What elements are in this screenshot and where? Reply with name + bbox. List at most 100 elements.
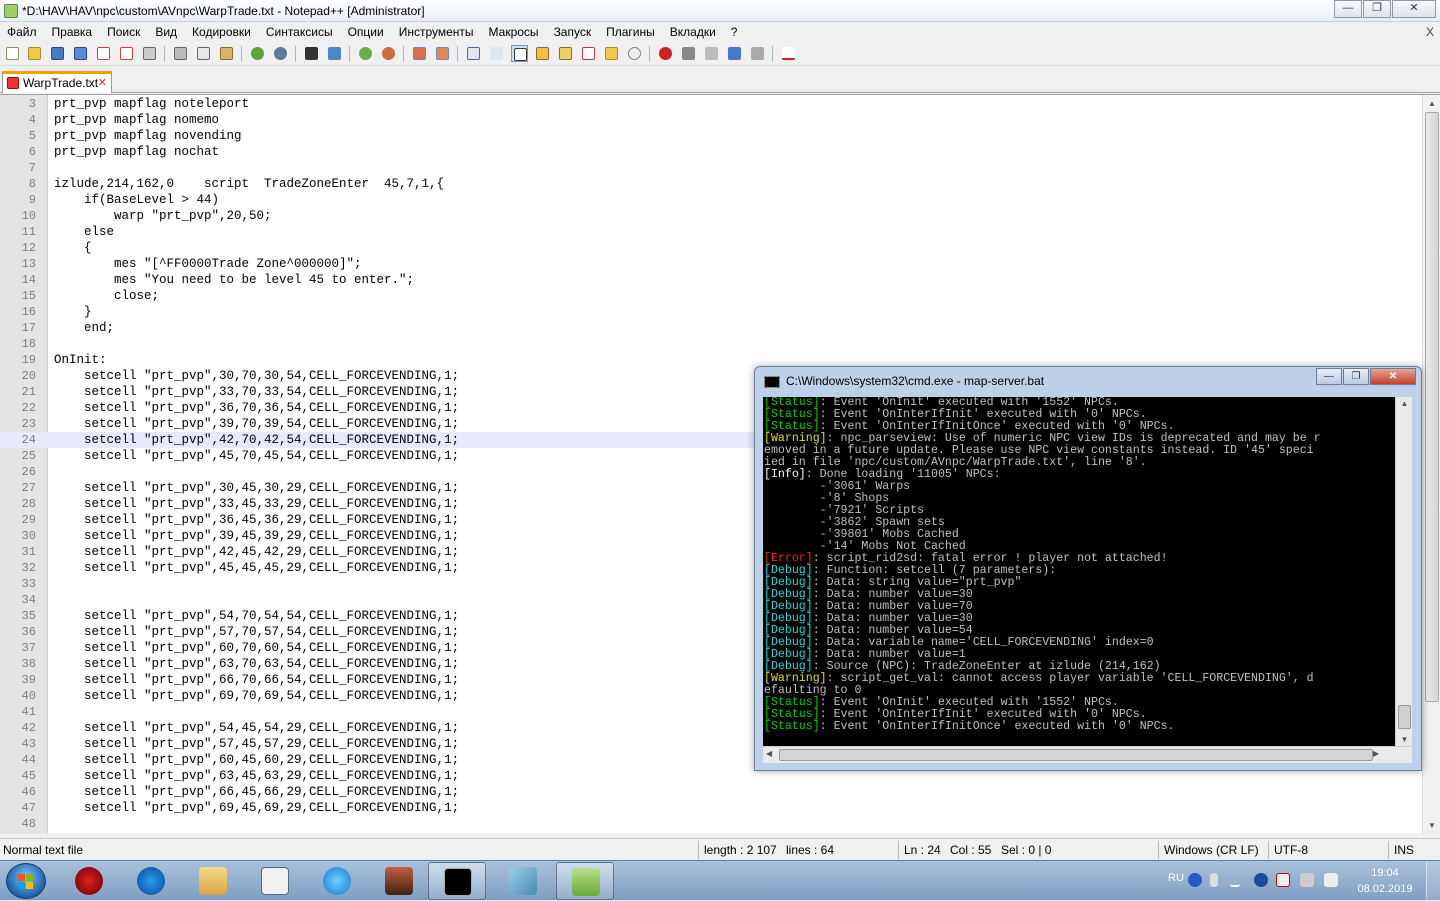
editor-vertical-scrollbar[interactable]: ▲ ▼: [1422, 95, 1440, 834]
code-line[interactable]: 15 close;: [0, 288, 1420, 304]
function-list-icon[interactable]: [580, 45, 597, 62]
minimize-button[interactable]: —: [1334, 0, 1362, 18]
code-line[interactable]: 3 prt_pvp mapflag noteleport: [0, 96, 1420, 112]
menu-edit[interactable]: Правка: [45, 22, 101, 42]
scroll-thumb[interactable]: [1398, 705, 1411, 729]
menu-help[interactable]: ?: [724, 22, 746, 42]
clock-time[interactable]: 19:04: [1365, 867, 1405, 879]
print-icon[interactable]: [141, 45, 158, 62]
code-line[interactable]: 14 mes "You need to be level 45 to enter…: [0, 272, 1420, 288]
new-file-icon[interactable]: [4, 45, 21, 62]
code-line[interactable]: 8 izlude,214,162,0 script TradeZoneEnter …: [0, 176, 1420, 192]
code-line[interactable]: 13 mes "[^FF0000Trade Zone^000000]";: [0, 256, 1420, 272]
scroll-up-icon[interactable]: ▲: [1396, 399, 1413, 408]
tab-close-icon[interactable]: ✕: [98, 76, 107, 89]
redo-icon[interactable]: [272, 45, 289, 62]
code-line[interactable]: 48: [0, 816, 1420, 832]
word-wrap-icon[interactable]: [465, 45, 482, 62]
title-bar[interactable]: *D:\HAV\HAV\npc\custom\AVnpc\WarpTrade.t…: [0, 0, 1440, 22]
menu-window[interactable]: Вкладки: [663, 22, 724, 42]
taskbar-app-8[interactable]: [494, 862, 552, 900]
status-insert-mode[interactable]: INS: [1394, 843, 1414, 857]
menu-macro[interactable]: Макросы: [482, 22, 547, 42]
code-line[interactable]: 6 prt_pvp mapflag nochat: [0, 144, 1420, 160]
code-line[interactable]: 5 prt_pvp mapflag novending: [0, 128, 1420, 144]
tray-arrows-icon[interactable]: [1210, 873, 1218, 887]
language-indicator[interactable]: RU: [1168, 872, 1184, 884]
close-file-icon[interactable]: [95, 45, 112, 62]
save-icon[interactable]: [49, 45, 66, 62]
taskbar-cmd[interactable]: [428, 862, 486, 900]
taskbar-ie[interactable]: [308, 862, 366, 900]
save-all-icon[interactable]: [72, 45, 89, 62]
scroll-thumb[interactable]: [779, 749, 1373, 761]
copy-icon[interactable]: [195, 45, 212, 62]
zoom-in-icon[interactable]: [357, 45, 374, 62]
volume-icon[interactable]: [1324, 873, 1338, 887]
maximize-button[interactable]: ❐: [1363, 0, 1391, 18]
close-all-icon[interactable]: [118, 45, 135, 62]
cmd-title-bar[interactable]: C:\Windows\system32\cmd.exe - map-server…: [755, 367, 1421, 395]
close-button[interactable]: ✕: [1392, 0, 1436, 18]
scroll-down-icon[interactable]: ▼: [1424, 817, 1440, 834]
record-macro-icon[interactable]: [657, 45, 674, 62]
cmd-maximize-button[interactable]: ❐: [1343, 368, 1369, 385]
code-line[interactable]: 7: [0, 160, 1420, 176]
start-button[interactable]: [6, 863, 46, 899]
menu-search[interactable]: Поиск: [100, 22, 148, 42]
save-macro-icon[interactable]: [749, 45, 766, 62]
run-macro-multiple-icon[interactable]: [726, 45, 743, 62]
cmd-close-button[interactable]: ✕: [1370, 368, 1416, 385]
updater-icon[interactable]: [1254, 873, 1268, 887]
code-line[interactable]: 18: [0, 336, 1420, 352]
cmd-minimize-button[interactable]: —: [1316, 368, 1342, 385]
menu-plugins[interactable]: Плагины: [599, 22, 663, 42]
doc-map-icon[interactable]: [557, 45, 574, 62]
scroll-left-icon[interactable]: ◀: [766, 749, 772, 758]
paste-icon[interactable]: [218, 45, 235, 62]
code-line[interactable]: 10 warp "prt_pvp",20,50;: [0, 208, 1420, 224]
taskbar-game[interactable]: [370, 862, 428, 900]
menu-view[interactable]: Вид: [148, 22, 185, 42]
scroll-up-icon[interactable]: ▲: [1424, 95, 1440, 112]
taskbar-notepadpp[interactable]: [556, 862, 614, 900]
menu-settings[interactable]: Опции: [341, 22, 392, 42]
console-output[interactable]: [Status]: Event 'OnInit' executed with '…: [763, 397, 1395, 746]
code-line[interactable]: 17 end;: [0, 320, 1420, 336]
show-hidden-icons[interactable]: [1230, 873, 1240, 887]
stop-macro-icon[interactable]: [680, 45, 697, 62]
show-desktop-button[interactable]: [1426, 861, 1440, 901]
replace-icon[interactable]: [326, 45, 343, 62]
sync-vertical-icon[interactable]: [411, 45, 428, 62]
code-line[interactable]: 12 {: [0, 240, 1420, 256]
code-line[interactable]: 4 prt_pvp mapflag nomemo: [0, 112, 1420, 128]
scroll-down-icon[interactable]: ▼: [1396, 735, 1413, 744]
open-file-icon[interactable]: [26, 45, 43, 62]
find-icon[interactable]: [303, 45, 320, 62]
close-document-button[interactable]: X: [1426, 25, 1434, 39]
tab-warptrade[interactable]: WarpTrade.txt ✕: [2, 71, 112, 93]
code-line[interactable]: 16 }: [0, 304, 1420, 320]
menu-tools[interactable]: Инструменты: [392, 22, 482, 42]
code-line[interactable]: 11 else: [0, 224, 1420, 240]
sync-horizontal-icon[interactable]: [434, 45, 451, 62]
indent-guide-icon[interactable]: [511, 45, 528, 62]
scroll-thumb[interactable]: [1425, 112, 1439, 702]
taskbar-app-4[interactable]: [246, 862, 304, 900]
monitoring-icon[interactable]: [626, 45, 643, 62]
folder-workspace-icon[interactable]: [603, 45, 620, 62]
code-line[interactable]: 9 if(BaseLevel > 44): [0, 192, 1420, 208]
help-icon[interactable]: [1188, 873, 1202, 887]
taskbar-app-1[interactable]: [60, 862, 118, 900]
cut-icon[interactable]: [172, 45, 189, 62]
status-encoding[interactable]: UTF-8: [1274, 843, 1308, 857]
scroll-right-icon[interactable]: ▶: [1373, 749, 1379, 758]
menu-language[interactable]: Синтаксисы: [259, 22, 341, 42]
zoom-out-icon[interactable]: [380, 45, 397, 62]
clock-date[interactable]: 08.02.2019: [1356, 883, 1414, 895]
play-macro-icon[interactable]: [703, 45, 720, 62]
cmd-vertical-scrollbar[interactable]: ▲ ▼: [1395, 397, 1412, 746]
code-line[interactable]: 47 setcell "prt_pvp",69,45,69,29,CELL_FO…: [0, 800, 1420, 816]
status-eol[interactable]: Windows (CR LF): [1164, 843, 1259, 857]
user-lang-icon[interactable]: [534, 45, 551, 62]
